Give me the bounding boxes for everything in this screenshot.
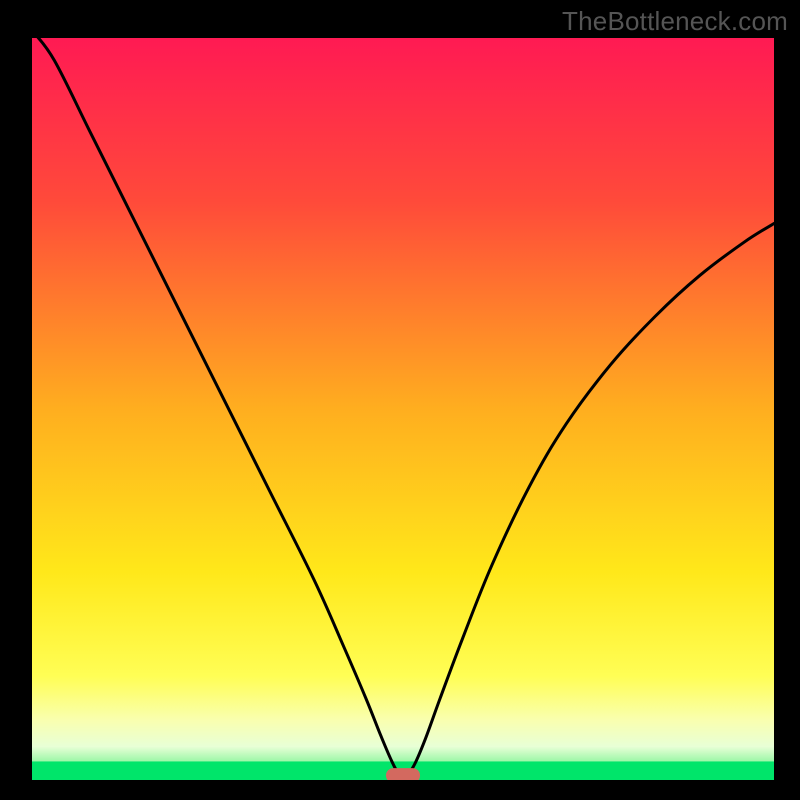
gradient-background: [32, 38, 774, 780]
plot-area: [32, 38, 774, 780]
chart-frame: TheBottleneck.com: [0, 0, 800, 800]
optimal-marker: [386, 768, 420, 780]
watermark-text: TheBottleneck.com: [562, 6, 788, 37]
plot-svg: [32, 38, 774, 780]
